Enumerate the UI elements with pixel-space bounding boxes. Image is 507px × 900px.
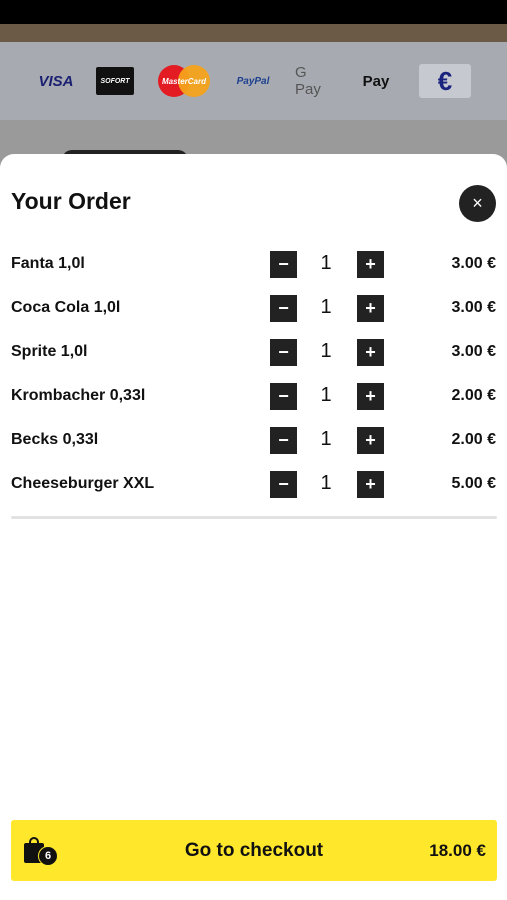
checkout-total: 18.00 €: [429, 841, 486, 860]
visa-logo: VISA: [38, 72, 74, 90]
increase-quantity-button[interactable]: +: [357, 251, 384, 278]
paypal-logo: PayPal: [236, 75, 270, 87]
minus-icon: −: [278, 430, 289, 450]
plus-icon: +: [365, 474, 376, 494]
cash-euro-icon: €: [419, 64, 471, 98]
order-item-row: Cheeseburger XXL − 1 + 5.00 €: [0, 469, 507, 499]
checkout-button[interactable]: 6 Go to checkout 18.00 €: [11, 820, 497, 881]
increase-quantity-button[interactable]: +: [357, 295, 384, 322]
close-icon: ×: [472, 193, 483, 213]
decrease-quantity-button[interactable]: −: [270, 251, 297, 278]
decrease-quantity-button[interactable]: −: [270, 471, 297, 498]
item-price: 3.00 €: [451, 343, 496, 360]
order-item-row: Coca Cola 1,0l − 1 + 3.00 €: [0, 293, 507, 323]
background-image-strip: [0, 24, 507, 42]
increase-quantity-button[interactable]: +: [357, 339, 384, 366]
checkout-label: Go to checkout: [184, 840, 324, 861]
plus-icon: +: [365, 430, 376, 450]
increase-quantity-button[interactable]: +: [357, 471, 384, 498]
order-item-row: Krombacher 0,33l − 1 + 2.00 €: [0, 381, 507, 411]
plus-icon: +: [365, 254, 376, 274]
status-bar: [0, 0, 507, 24]
item-price: 5.00 €: [451, 475, 496, 492]
decrease-quantity-button[interactable]: −: [270, 383, 297, 410]
minus-icon: −: [278, 386, 289, 406]
item-quantity: 1: [320, 428, 332, 450]
item-quantity: 1: [320, 296, 332, 318]
increase-quantity-button[interactable]: +: [357, 383, 384, 410]
item-name: Coca Cola 1,0l: [11, 299, 121, 316]
close-button[interactable]: ×: [459, 185, 496, 222]
sofort-logo: SOFORT: [96, 67, 134, 95]
decrease-quantity-button[interactable]: −: [270, 295, 297, 322]
item-price: 2.00 €: [451, 431, 496, 448]
item-name: Cheeseburger XXL: [11, 475, 155, 492]
order-item-row: Fanta 1,0l − 1 + 3.00 €: [0, 249, 507, 279]
item-quantity: 1: [320, 472, 332, 494]
plus-icon: +: [365, 342, 376, 362]
item-price: 3.00 €: [451, 255, 496, 272]
item-name: Sprite 1,0l: [11, 343, 88, 360]
plus-icon: +: [365, 386, 376, 406]
item-name: Krombacher 0,33l: [11, 387, 146, 404]
minus-icon: −: [278, 342, 289, 362]
decrease-quantity-button[interactable]: −: [270, 339, 297, 366]
mastercard-logo: MasterCard: [158, 64, 210, 98]
item-quantity: 1: [320, 252, 332, 274]
order-sheet: Your Order × Fanta 1,0l − 1 + 3.00 € Coc…: [0, 154, 507, 900]
page-title: Your Order: [11, 188, 131, 214]
minus-icon: −: [278, 298, 289, 318]
decrease-quantity-button[interactable]: −: [270, 427, 297, 454]
payment-methods-bar: VISA SOFORT MasterCard PayPal G Pay Pay …: [0, 42, 507, 120]
item-name: Fanta 1,0l: [11, 255, 85, 272]
minus-icon: −: [278, 254, 289, 274]
order-item-row: Becks 0,33l − 1 + 2.00 €: [0, 425, 507, 455]
increase-quantity-button[interactable]: +: [357, 427, 384, 454]
gpay-logo: G Pay: [295, 64, 321, 98]
plus-icon: +: [365, 298, 376, 318]
item-price: 2.00 €: [451, 387, 496, 404]
item-name: Becks 0,33l: [11, 431, 99, 448]
item-quantity: 1: [320, 340, 332, 362]
item-price: 3.00 €: [451, 299, 496, 316]
applepay-logo: Pay: [362, 72, 390, 90]
divider: [11, 516, 497, 519]
order-item-row: Sprite 1,0l − 1 + 3.00 €: [0, 337, 507, 367]
minus-icon: −: [278, 474, 289, 494]
item-quantity: 1: [320, 384, 332, 406]
